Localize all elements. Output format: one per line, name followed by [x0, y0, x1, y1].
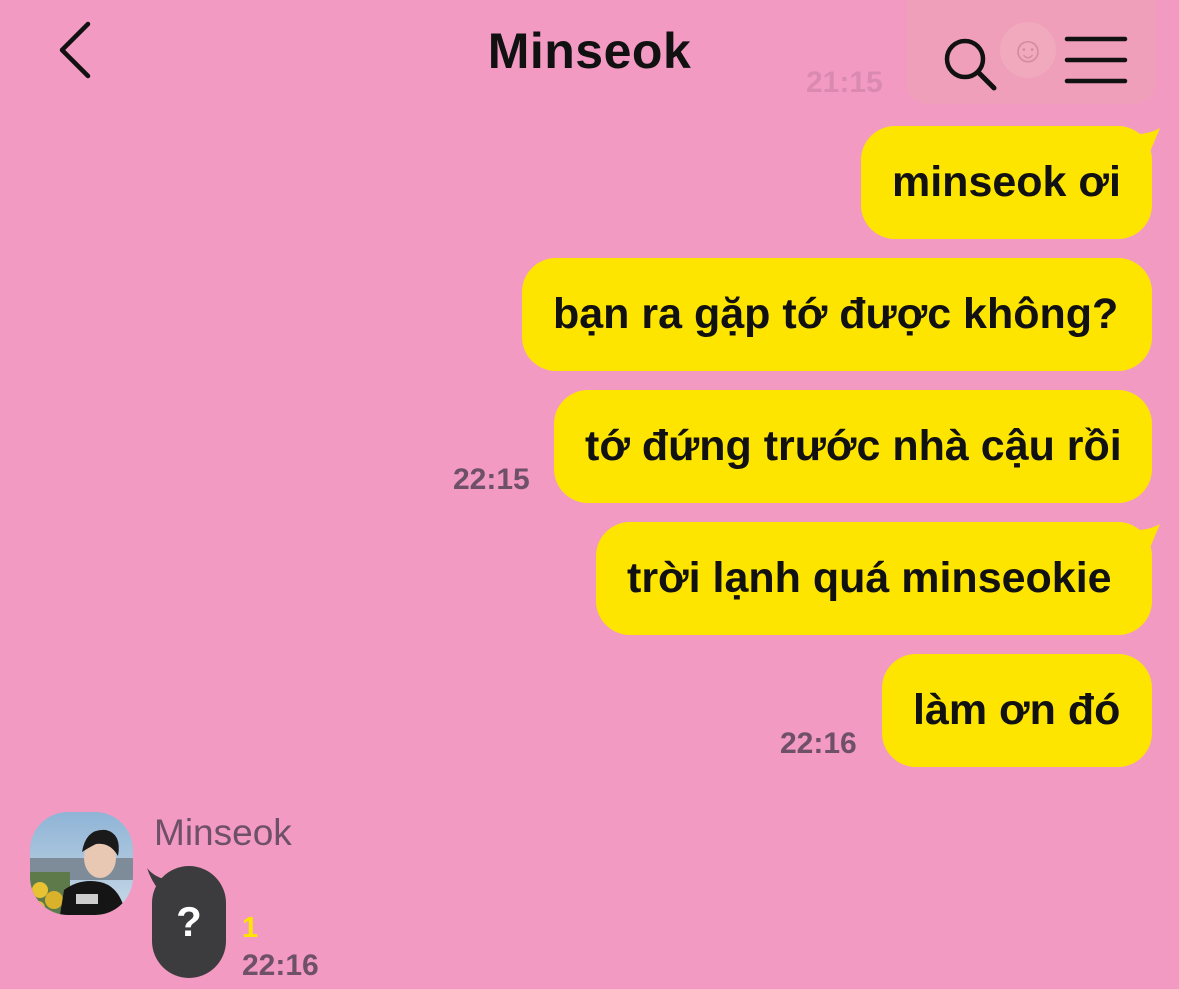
search-button[interactable] — [940, 34, 1002, 96]
message-bubble-out[interactable]: tớ đứng trước nhà cậu rồi — [554, 390, 1152, 503]
message-text: làm ơn đó — [913, 686, 1121, 734]
message-bubble-out[interactable]: làm ơn đó — [882, 654, 1152, 767]
bubble-tail — [1136, 524, 1160, 548]
unread-count: 1 — [242, 912, 259, 944]
avatar[interactable] — [30, 812, 133, 915]
message-text: tớ đứng trước nhà cậu rồi — [585, 422, 1122, 470]
chat-screen: 21:15 ☺ Minseok minseok ơi bạn ra gặp tớ… — [0, 0, 1179, 989]
menu-button[interactable] — [1064, 34, 1128, 86]
profile-photo — [30, 812, 133, 915]
message-text: trời lạnh quá minseokie — [627, 554, 1112, 602]
message-bubble-in[interactable]: ? — [152, 866, 226, 978]
chat-title: Minseok — [487, 23, 692, 79]
message-timestamp: 22:15 — [453, 463, 530, 496]
message-bubble-out[interactable]: bạn ra gặp tớ được không? — [522, 258, 1152, 371]
message-bubble-out[interactable]: trời lạnh quá minseokie — [596, 522, 1160, 635]
message-text: bạn ra gặp tớ được không? — [553, 290, 1119, 338]
bubble-tail — [1136, 128, 1160, 152]
search-icon — [944, 38, 997, 91]
message-bubble-out[interactable]: minseok ơi — [861, 126, 1160, 239]
sender-name: Minseok — [154, 812, 292, 853]
message-text: minseok ơi — [892, 158, 1121, 206]
message-timestamp: 22:16 — [242, 949, 319, 982]
message-timestamp: 22:16 — [780, 727, 857, 760]
message-text: ? — [176, 898, 202, 945]
menu-icon — [1064, 36, 1128, 84]
